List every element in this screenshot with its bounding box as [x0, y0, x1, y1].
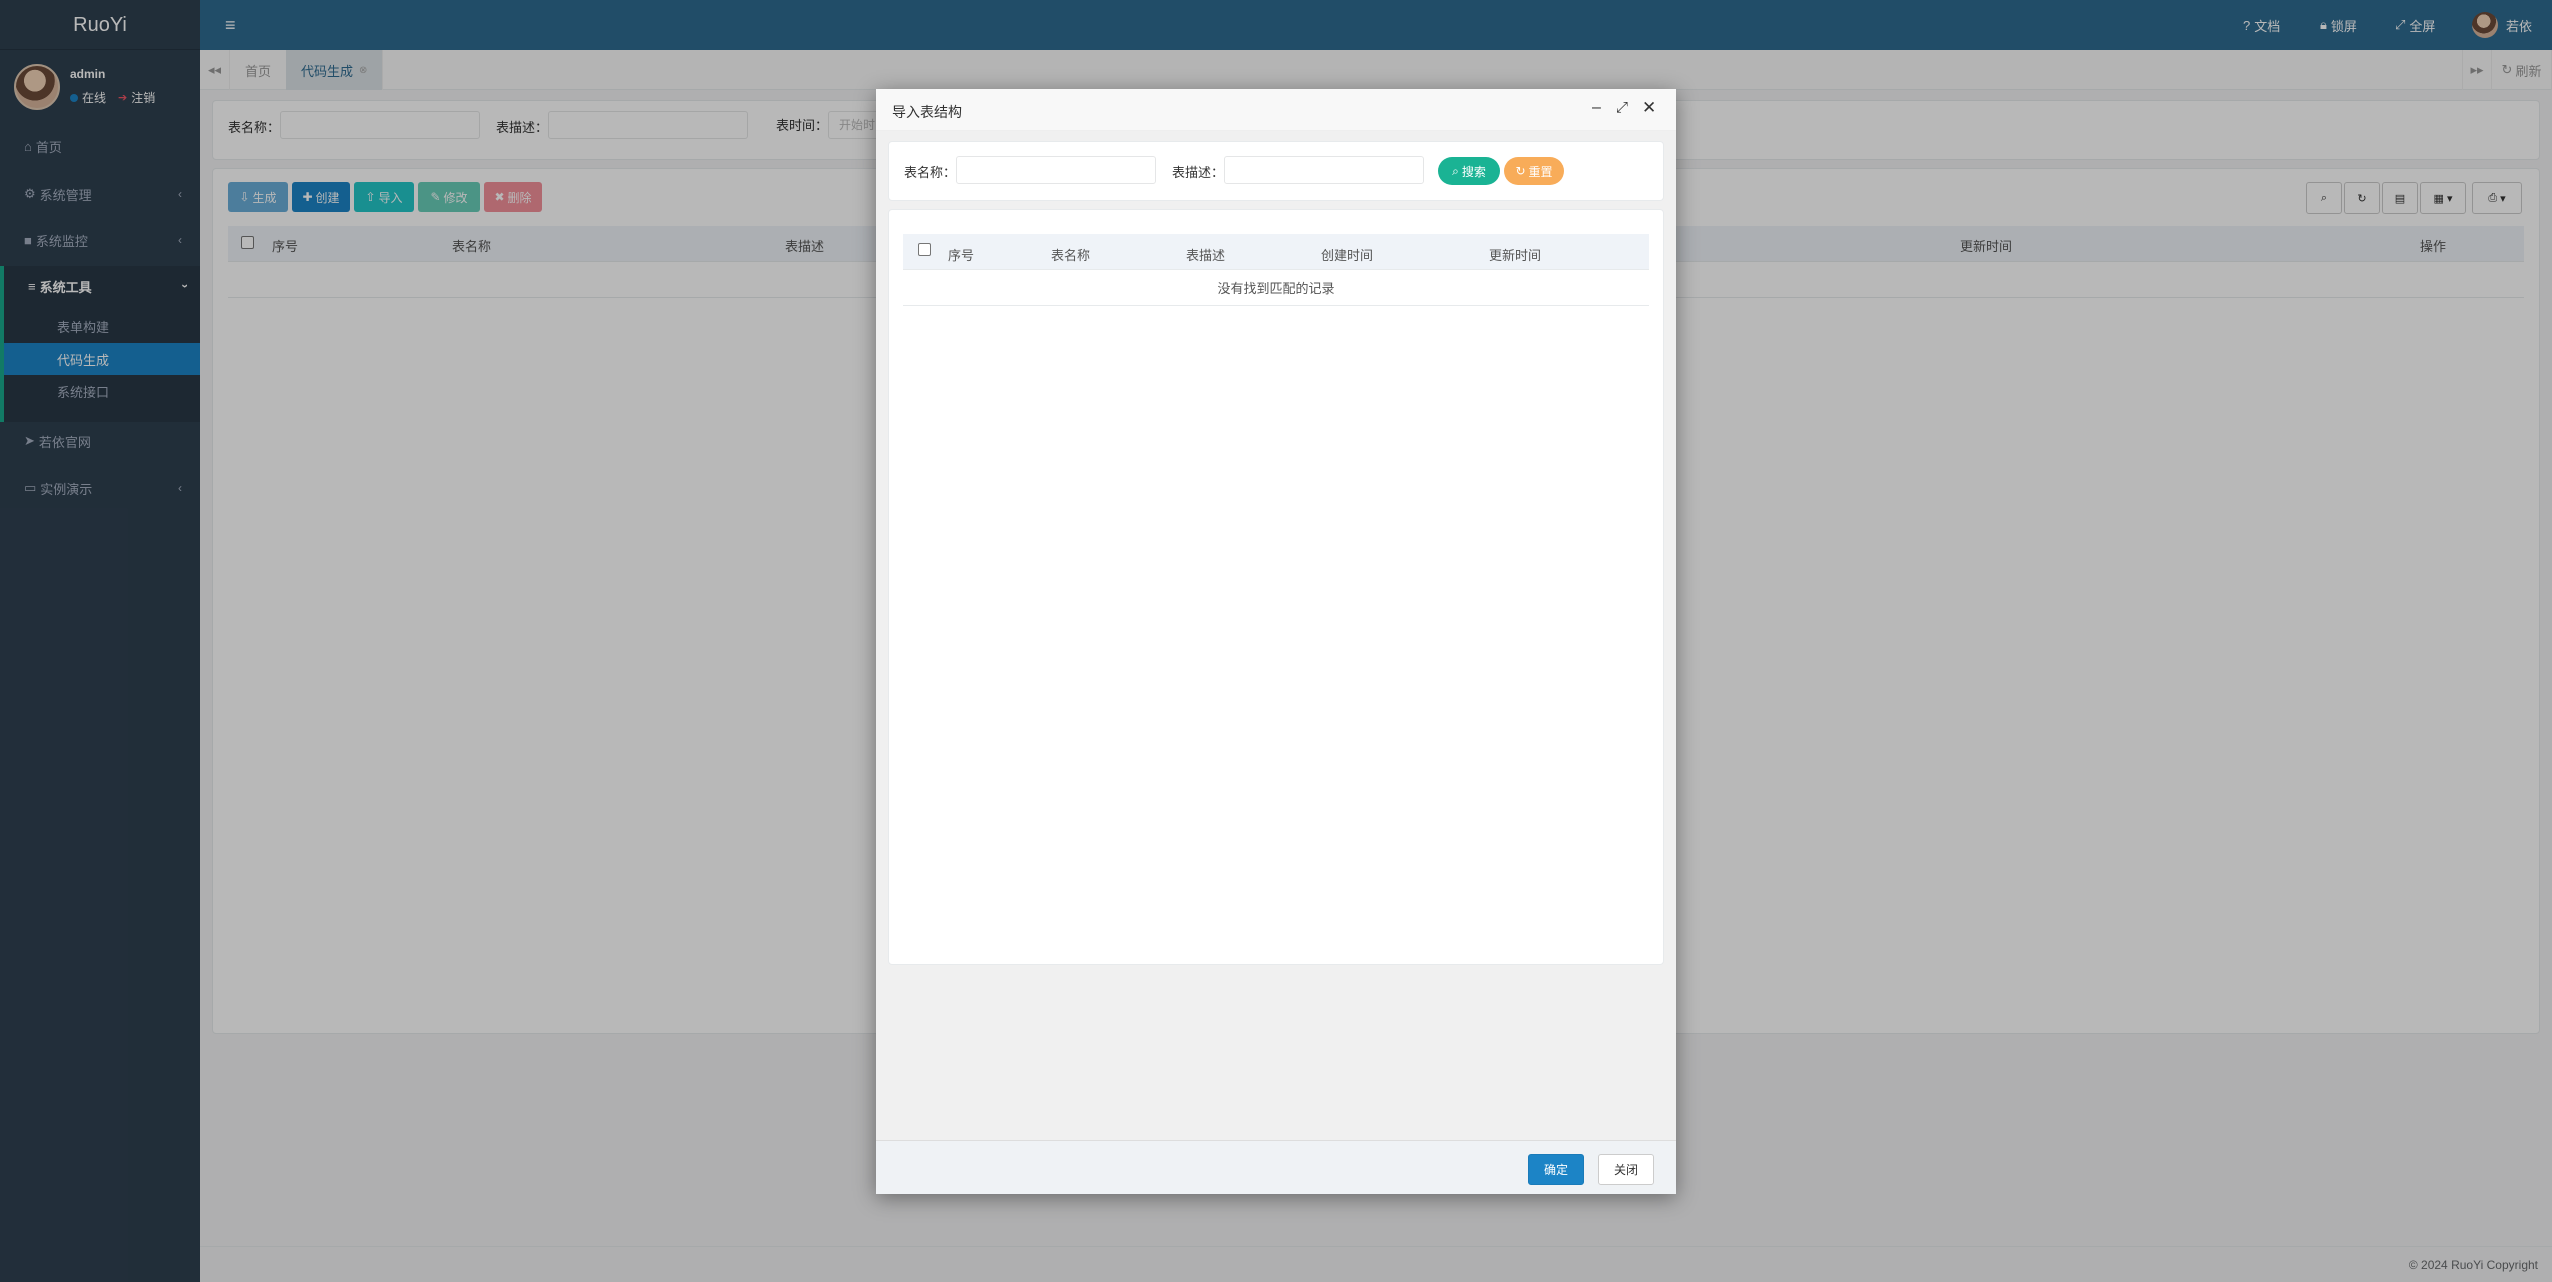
dialog-empty-message: 没有找到匹配的记录: [903, 270, 1649, 306]
dialog-column-table-desc: 表描述: [1186, 248, 1226, 263]
import-table-dialog: 导入表结构 – ⤢ ✕ 表名称： 表描述： ⌕ 搜索 ↻ 重置 序号 表名称 表描述…: [876, 89, 1676, 1194]
search-icon: ⌕: [1452, 163, 1459, 178]
dialog-column-create-time: 创建时间: [1321, 248, 1374, 263]
modal-backdrop-sidebar: [0, 0, 200, 1282]
dialog-select-all-checkbox[interactable]: [918, 243, 931, 256]
refresh-icon: ↻: [1515, 164, 1526, 178]
dialog-footer: 确定 关闭: [876, 1140, 1676, 1194]
dialog-table-name-input[interactable]: [956, 156, 1156, 184]
dialog-table-desc-label: 表描述：: [1172, 165, 1225, 180]
dialog-table-desc-input[interactable]: [1224, 156, 1424, 184]
dialog-search-panel: 表名称： 表描述： ⌕ 搜索 ↻ 重置: [888, 141, 1664, 201]
close-icon[interactable]: ✕: [1642, 98, 1656, 118]
dialog-column-table-name: 表名称: [1051, 248, 1091, 263]
dialog-table-name-label: 表名称：: [904, 165, 957, 180]
dialog-header: 导入表结构 – ⤢ ✕: [876, 89, 1676, 131]
minimize-icon[interactable]: –: [1592, 99, 1601, 117]
dialog-table-panel: 序号 表名称 表描述 创建时间 更新时间 没有找到匹配的记录: [888, 209, 1664, 965]
dialog-column-update-time: 更新时间: [1489, 248, 1542, 263]
confirm-button[interactable]: 确定: [1528, 1154, 1584, 1185]
maximize-icon[interactable]: ⤢: [1616, 99, 1628, 116]
close-button[interactable]: 关闭: [1598, 1154, 1654, 1185]
dialog-search-button[interactable]: ⌕ 搜索: [1438, 157, 1500, 185]
dialog-reset-button[interactable]: ↻ 重置: [1504, 157, 1564, 185]
dialog-column-index: 序号: [948, 248, 975, 263]
dialog-title: 导入表结构: [892, 104, 962, 120]
